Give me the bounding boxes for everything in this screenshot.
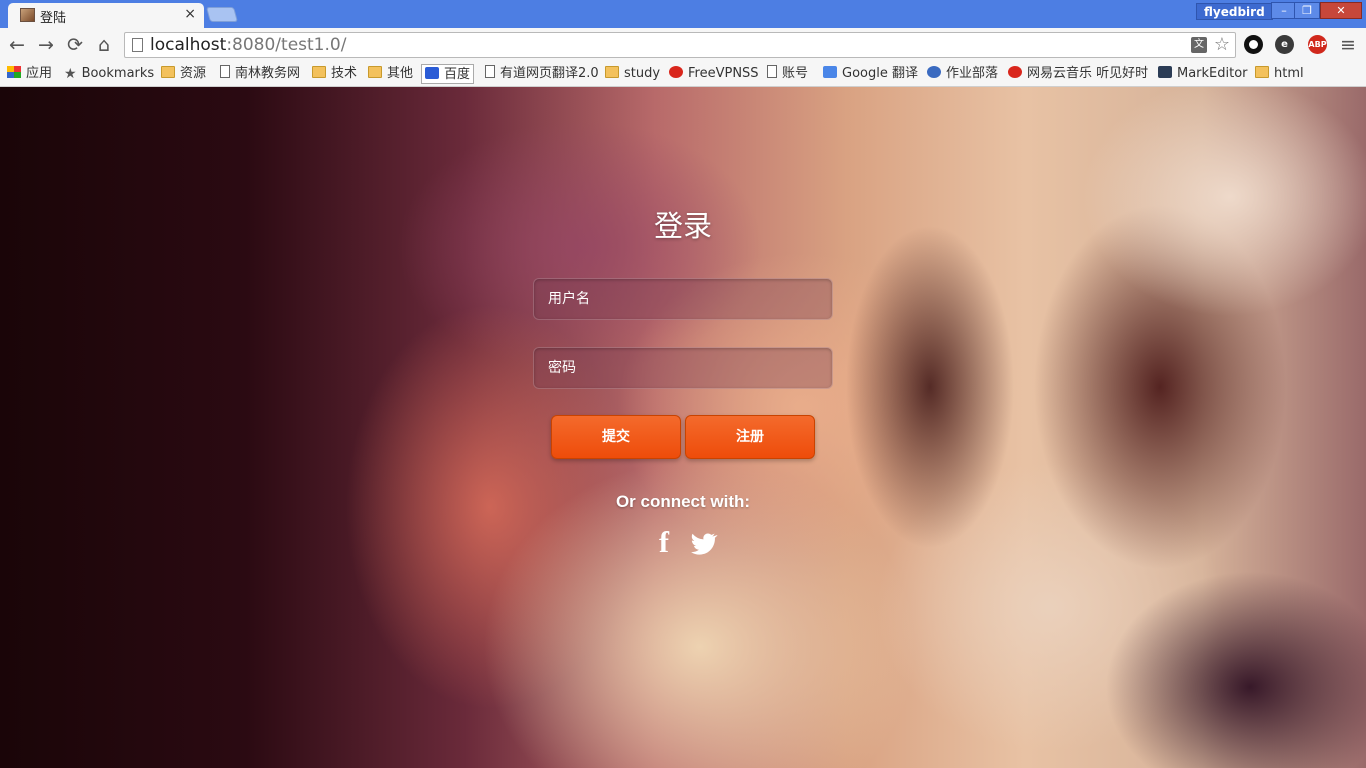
bookmark-markeditor[interactable]: MarkEditor [1158, 64, 1248, 84]
submit-button[interactable]: 提交 [551, 415, 681, 459]
page-icon [132, 38, 143, 52]
bookmark-star-icon[interactable]: ☆ [1214, 34, 1230, 55]
freevpnss-icon [669, 66, 683, 78]
baidu-icon [425, 67, 439, 79]
bookmark-bookmarks[interactable]: ★ Bookmarks [64, 64, 154, 84]
chrome-menu-icon[interactable]: ≡ [1340, 34, 1356, 56]
username-field[interactable] [533, 278, 833, 320]
bookmark-apps[interactable]: 应用 [7, 64, 52, 84]
extension-circle-icon[interactable] [1244, 35, 1263, 54]
bookmarks-bar: 应用 ★ Bookmarks 资源 南林教务网 技术 其他 百度 有道网页翻译2.… [0, 62, 1366, 87]
username-input[interactable] [534, 279, 832, 319]
password-field[interactable] [533, 347, 833, 389]
bookmark-html[interactable]: html [1255, 64, 1304, 84]
bookmark-baidu[interactable]: 百度 [421, 64, 475, 84]
folder-icon [605, 66, 619, 78]
bookmark-zhanghao[interactable]: 账号 [767, 64, 808, 84]
folder-icon [368, 66, 382, 78]
back-button[interactable]: ← [6, 34, 28, 56]
bookmark-qita[interactable]: 其他 [368, 64, 413, 84]
folder-icon [312, 66, 326, 78]
apps-icon [7, 66, 21, 78]
password-input[interactable] [534, 348, 832, 388]
bookmark-zuoyebuluo[interactable]: 作业部落 [927, 64, 998, 84]
twitter-icon[interactable] [686, 527, 718, 559]
address-url[interactable]: localhost:8080/test1.0/ [150, 35, 346, 55]
window-close-button[interactable]: ✕ [1320, 2, 1362, 19]
connect-with-text: Or connect with: [615, 492, 751, 511]
bookmark-google-translate[interactable]: Google 翻译 [823, 64, 918, 84]
page-icon [767, 65, 777, 78]
markeditor-icon [1158, 66, 1172, 78]
maximize-button[interactable]: ❐ [1294, 2, 1320, 19]
translate-icon[interactable]: 文 [1191, 37, 1207, 53]
folder-icon [1255, 66, 1269, 78]
tab-close-icon[interactable]: × [184, 6, 196, 22]
extension-e-icon[interactable]: e [1275, 35, 1294, 54]
tab-login[interactable]: 登陆 × [8, 3, 204, 28]
new-tab-button[interactable] [205, 7, 239, 22]
zuoyebuluo-icon [927, 66, 941, 78]
bookmark-ziyuan[interactable]: 资源 [161, 64, 206, 84]
page-favicon-icon [20, 8, 35, 22]
adblock-plus-icon[interactable]: ABP [1308, 35, 1327, 54]
netease-music-icon [1008, 66, 1022, 78]
tab-title: 登陆 [40, 11, 67, 26]
bookmark-jishu[interactable]: 技术 [312, 64, 357, 84]
bookmark-study[interactable]: study [605, 64, 660, 84]
bookmark-youdao[interactable]: 有道网页翻译2.0 [485, 64, 599, 84]
page-title: 登录 [653, 209, 712, 243]
facebook-icon[interactable]: f [648, 527, 680, 559]
google-translate-icon [823, 66, 837, 78]
tab-strip: 登陆 × flyedbird – ❐ ✕ [0, 0, 1366, 28]
reload-button[interactable]: ⟳ [64, 34, 86, 56]
bookmark-netease-music[interactable]: 网易云音乐 听见好时 [1008, 64, 1148, 84]
bookmark-freevpnss[interactable]: FreeVPNSS [669, 64, 759, 84]
page-icon [485, 65, 495, 78]
folder-icon [161, 66, 175, 78]
address-bar[interactable]: localhost:8080/test1.0/ 文 ☆ [124, 32, 1236, 58]
star-icon: ★ [64, 66, 77, 82]
bookmark-nanlin[interactable]: 南林教务网 [220, 64, 300, 84]
browser-toolbar: ← → ⟳ ⌂ localhost:8080/test1.0/ 文 ☆ e AB… [0, 28, 1366, 62]
register-button[interactable]: 注册 [685, 415, 815, 459]
home-button[interactable]: ⌂ [93, 34, 115, 56]
profile-button[interactable]: flyedbird [1196, 3, 1273, 20]
page-icon [220, 65, 230, 78]
page-viewport: 登录 提交 注册 Or connect with: f [0, 87, 1366, 768]
forward-button[interactable]: → [35, 34, 57, 56]
